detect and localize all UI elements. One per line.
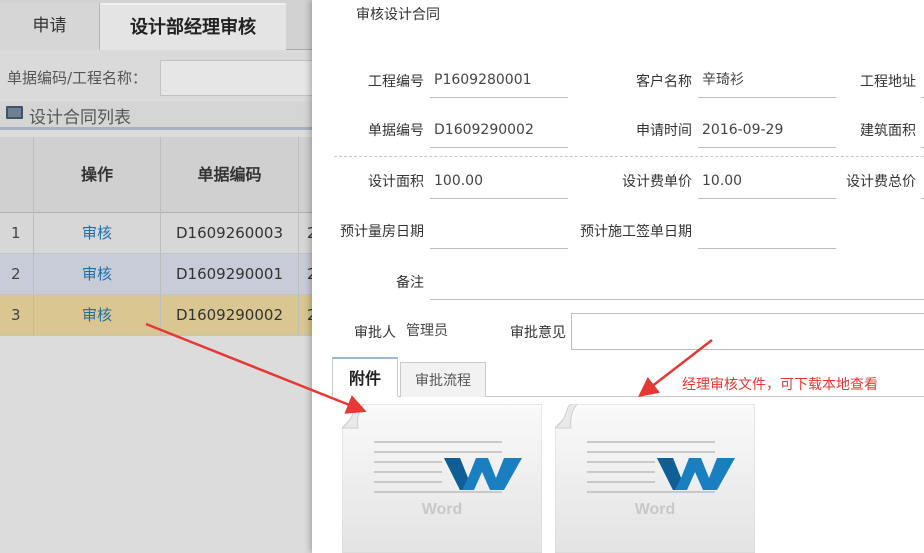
field-note[interactable] <box>430 276 924 300</box>
field-measure-date[interactable] <box>430 211 568 249</box>
label-total-price: 设计费总价 <box>846 174 916 190</box>
row-operation: 审核 <box>34 254 161 294</box>
row-number: 2 <box>0 254 34 294</box>
file-caption: Word <box>635 501 676 518</box>
row-number: 1 <box>0 213 34 253</box>
label-unit-price: 设计费单价 <box>622 174 692 190</box>
file-caption: Word <box>422 501 463 518</box>
table-row-selected[interactable]: 3 审核 D1609290002 2 <box>0 295 312 336</box>
row-number: 3 <box>0 295 34 335</box>
label-site: 工程地址 <box>860 74 916 90</box>
field-apply-time[interactable]: 2016-09-29 <box>698 110 836 148</box>
opinion-input[interactable] <box>571 313 924 350</box>
label-note: 备注 <box>396 275 424 291</box>
row-doc-code: D1609290002 <box>161 295 299 335</box>
dialog-title: 审核设计合同 <box>356 7 440 23</box>
row-doc-code: D1609290001 <box>161 254 299 294</box>
row-extra: 2 <box>307 224 312 242</box>
word-document-icon: Word <box>553 403 756 553</box>
label-opinion: 审批意见 <box>510 325 566 341</box>
background-page: 申请 设计部经理审核 单据编码/工程名称： 设计合同列表 操作 单据编码 1 审… <box>0 0 312 553</box>
search-label: 单据编码/工程名称： <box>7 69 148 87</box>
row-doc-code: D1609260003 <box>161 213 299 253</box>
annotation-text: 经理审核文件，可下载本地查看 <box>682 377 878 393</box>
tab-attachments[interactable]: 附件 <box>332 357 398 397</box>
label-apply-time: 申请时间 <box>636 123 692 139</box>
row-extra: 2 <box>307 306 312 324</box>
section-divider <box>334 156 924 157</box>
list-title: 设计合同列表 <box>29 108 131 128</box>
row-operation: 审核 <box>34 213 161 253</box>
grid-header: 操作 单据编码 <box>0 137 312 213</box>
monitor-icon <box>6 106 23 119</box>
label-design-area: 设计面积 <box>368 174 424 190</box>
label-approver: 审批人 <box>354 325 396 341</box>
tab-approval-flow[interactable]: 审批流程 <box>400 362 486 397</box>
search-input[interactable] <box>160 60 312 96</box>
header-operation: 操作 <box>34 137 161 213</box>
review-link[interactable]: 审核 <box>82 224 112 242</box>
tab-manager-review[interactable]: 设计部经理审核 <box>100 3 286 50</box>
review-contract-dialog: 审核设计合同 工程编号 P1609280001 客户名称 辛琦衫 工程地址 单据… <box>312 0 924 553</box>
label-doc-no: 单据编号 <box>368 123 424 139</box>
field-project-no[interactable]: P1609280001 <box>430 60 568 98</box>
table-row[interactable]: 2 审核 D1609290001 2 <box>0 254 312 295</box>
field-unit-price[interactable]: 10.00 <box>698 161 836 199</box>
label-customer: 客户名称 <box>636 74 692 90</box>
field-design-area[interactable]: 100.00 <box>430 161 568 199</box>
list-header: 设计合同列表 <box>0 101 312 130</box>
word-document-icon: Word <box>340 403 543 553</box>
word-file-2[interactable]: Word <box>553 403 756 553</box>
label-project-no: 工程编号 <box>368 74 424 90</box>
review-link[interactable]: 审核 <box>82 306 112 324</box>
tab-apply[interactable]: 申请 <box>0 3 100 50</box>
search-row: 单据编码/工程名称： <box>0 51 312 101</box>
label-build-area: 建筑面积 <box>860 123 916 139</box>
review-link[interactable]: 审核 <box>82 265 112 283</box>
tab-bar: 申请 设计部经理审核 <box>0 0 312 50</box>
label-measure-date: 预计量房日期 <box>340 224 424 240</box>
table-row[interactable]: 1 审核 D1609260003 2 <box>0 213 312 254</box>
header-num <box>0 137 34 213</box>
contract-grid: 操作 单据编码 1 审核 D1609260003 2 2 审核 D1609290… <box>0 137 312 336</box>
field-customer[interactable]: 辛琦衫 <box>698 60 836 98</box>
label-sign-date: 预计施工签单日期 <box>580 224 692 240</box>
header-doc-code: 单据编码 <box>161 137 299 213</box>
row-extra: 2 <box>307 265 312 283</box>
word-file-1[interactable]: Word <box>340 403 543 553</box>
field-doc-no[interactable]: D1609290002 <box>430 110 568 148</box>
field-sign-date[interactable] <box>698 211 836 249</box>
field-approver: 管理员 <box>406 323 448 339</box>
row-operation: 审核 <box>34 295 161 335</box>
